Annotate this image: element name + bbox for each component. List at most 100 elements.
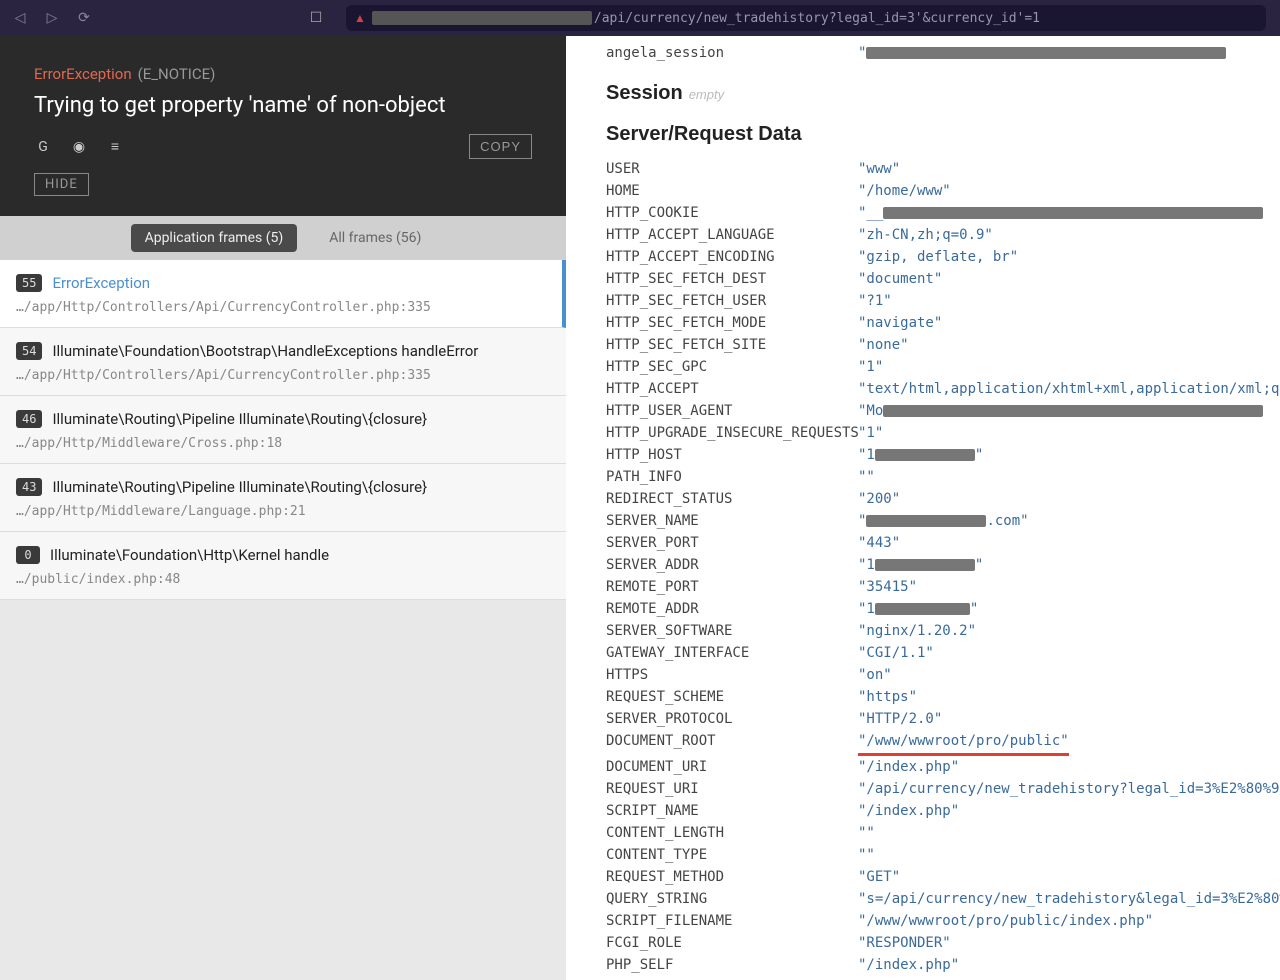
kv-val: "/www/wwwroot/pro/public" xyxy=(858,730,1069,756)
kv-key: SERVER_NAME xyxy=(606,510,858,532)
kv-row: SCRIPT_NAME"/index.php" xyxy=(606,800,1280,822)
kv-row: CONTENT_LENGTH"" xyxy=(606,822,1280,844)
frame-item[interactable]: 46 Illuminate\Routing\Pipeline Illuminate… xyxy=(0,396,566,464)
kv-key: SCRIPT_FILENAME xyxy=(606,910,858,932)
kv-val: "__ xyxy=(858,202,1263,224)
kv-key: CONTENT_TYPE xyxy=(606,844,858,866)
frame-number: 54 xyxy=(16,342,42,360)
kv-row: HTTP_ACCEPT"text/html,application/xhtml+… xyxy=(606,378,1280,400)
kv-key: SERVER_PROTOCOL xyxy=(606,708,858,730)
back-icon[interactable]: ◁ xyxy=(10,8,30,28)
kv-row: CONTENT_TYPE"" xyxy=(606,844,1280,866)
frame-number: 0 xyxy=(16,546,40,564)
kv-val: "1" xyxy=(858,356,883,378)
kv-row: QUERY_STRING"s=/api/currency/new_tradehi… xyxy=(606,888,1280,910)
kv-val: "nginx/1.20.2" xyxy=(858,620,976,642)
kv-val: "1" xyxy=(858,422,883,444)
kv-val: "HTTP/2.0" xyxy=(858,708,942,730)
error-header: ErrorException (E_NOTICE) Trying to get … xyxy=(0,36,566,216)
kv-val: "/index.php" xyxy=(858,756,959,778)
kv-row: HTTP_SEC_FETCH_DEST"document" xyxy=(606,268,1280,290)
duckduckgo-icon[interactable]: ◉ xyxy=(70,138,88,156)
kv-val: ".com" xyxy=(858,510,1029,532)
kv-row: HOME"/home/www" xyxy=(606,180,1280,202)
kv-row: REQUEST_METHOD"GET" xyxy=(606,866,1280,888)
kv-key: REQUEST_SCHEME xyxy=(606,686,858,708)
forward-icon[interactable]: ▷ xyxy=(42,8,62,28)
kv-val: "gzip, deflate, br" xyxy=(858,246,1018,268)
kv-val: "443" xyxy=(858,532,900,554)
kv-key: HTTP_SEC_FETCH_DEST xyxy=(606,268,858,290)
kv-key: HTTP_HOST xyxy=(606,444,858,466)
kv-key: HTTP_ACCEPT_LANGUAGE xyxy=(606,224,858,246)
kv-row: REMOTE_ADDR"1" xyxy=(606,598,1280,620)
kv-key: HTTP_SEC_FETCH_SITE xyxy=(606,334,858,356)
kv-val: "/www/wwwroot/pro/public/index.php" xyxy=(858,910,1153,932)
reload-icon[interactable]: ⟳ xyxy=(74,8,94,28)
url-host-redacted xyxy=(372,11,592,25)
kv-key: HTTP_ACCEPT xyxy=(606,378,858,400)
kv-val: "s=/api/currency/new_tradehistory&legal_… xyxy=(858,888,1280,910)
google-icon[interactable]: G xyxy=(34,138,52,156)
tab-app-frames[interactable]: Application frames (5) xyxy=(131,224,298,252)
frame-number: 46 xyxy=(16,410,42,428)
kv-key: SERVER_SOFTWARE xyxy=(606,620,858,642)
hide-button[interactable]: HIDE xyxy=(34,173,89,196)
frame-path: …/app/Http/Middleware/Cross.php:18 xyxy=(16,436,550,451)
kv-val: "" xyxy=(858,822,875,844)
kv-val: "200" xyxy=(858,488,900,510)
frame-item[interactable]: 55ErrorException…/app/Http/Controllers/A… xyxy=(0,260,566,328)
frame-path: …/app/Http/Controllers/Api/CurrencyContr… xyxy=(16,368,550,383)
copy-button[interactable]: COPY xyxy=(469,134,532,159)
kv-val: "none" xyxy=(858,334,909,356)
session-header: Sessionempty xyxy=(606,82,1280,105)
kv-val: "" xyxy=(858,466,875,488)
url-bar[interactable]: ▲ /api/currency/new_tradehistory?legal_i… xyxy=(346,5,1266,31)
kv-key: FCGI_ROLE xyxy=(606,932,858,954)
kv-val: "on" xyxy=(858,664,892,686)
bookmark-icon[interactable]: ☐ xyxy=(306,8,326,28)
kv-row: PHP_SELF"/index.php" xyxy=(606,954,1280,976)
frame-item[interactable]: 43 Illuminate\Routing\Pipeline Illuminate… xyxy=(0,464,566,532)
warning-icon: ▲ xyxy=(354,11,366,25)
cookie-row: angela_session " xyxy=(606,42,1280,64)
kv-val: " xyxy=(858,42,1226,64)
stackoverflow-icon[interactable]: ≡ xyxy=(106,138,124,156)
kv-row: DOCUMENT_URI"/index.php" xyxy=(606,756,1280,778)
kv-row: SCRIPT_FILENAME"/www/wwwroot/pro/public/… xyxy=(606,910,1280,932)
kv-key: DOCUMENT_URI xyxy=(606,756,858,778)
kv-row: SERVER_PROTOCOL"HTTP/2.0" xyxy=(606,708,1280,730)
kv-key: SCRIPT_NAME xyxy=(606,800,858,822)
frame-number: 43 xyxy=(16,478,42,496)
kv-val: "/index.php" xyxy=(858,954,959,976)
kv-row: HTTP_HOST"1" xyxy=(606,444,1280,466)
frame-item[interactable]: 54Illuminate\Foundation\Bootstrap\Handle… xyxy=(0,328,566,396)
kv-val: "RESPONDER" xyxy=(858,932,951,954)
kv-row: REQUEST_SCHEME"https" xyxy=(606,686,1280,708)
kv-key: REMOTE_PORT xyxy=(606,576,858,598)
kv-key: HOME xyxy=(606,180,858,202)
kv-val: "/api/currency/new_tradehistory?legal_id… xyxy=(858,778,1280,800)
kv-val: "GET" xyxy=(858,866,900,888)
kv-key: angela_session xyxy=(606,42,858,64)
tab-all-frames[interactable]: All frames (56) xyxy=(315,224,435,252)
right-panel[interactable]: angela_session " Sessionempty Server/Req… xyxy=(566,36,1280,980)
kv-key: REQUEST_METHOD xyxy=(606,866,858,888)
kv-key: HTTP_SEC_GPC xyxy=(606,356,858,378)
frame-item[interactable]: 0Illuminate\Foundation\Http\Kernel handl… xyxy=(0,532,566,600)
kv-key: USER xyxy=(606,158,858,180)
kv-row: HTTP_ACCEPT_LANGUAGE"zh-CN,zh;q=0.9" xyxy=(606,224,1280,246)
kv-key: HTTP_SEC_FETCH_MODE xyxy=(606,312,858,334)
kv-row: HTTP_UPGRADE_INSECURE_REQUESTS"1" xyxy=(606,422,1280,444)
kv-key: HTTP_UPGRADE_INSECURE_REQUESTS xyxy=(606,422,858,444)
frame-title: Illuminate\Routing\Pipeline Illuminate\R… xyxy=(52,410,427,428)
kv-val: "1" xyxy=(858,598,978,620)
url-path: /api/currency/new_tradehistory?legal_id=… xyxy=(594,11,1040,26)
kv-row: SERVER_PORT"443" xyxy=(606,532,1280,554)
kv-row: HTTP_SEC_FETCH_USER"?1" xyxy=(606,290,1280,312)
kv-row: SERVER_ADDR"1" xyxy=(606,554,1280,576)
kv-val: "CGI/1.1" xyxy=(858,642,934,664)
frame-title: Illuminate\Routing\Pipeline Illuminate\R… xyxy=(52,478,427,496)
frame-number: 55 xyxy=(16,274,42,292)
kv-row: PATH_INFO"" xyxy=(606,466,1280,488)
